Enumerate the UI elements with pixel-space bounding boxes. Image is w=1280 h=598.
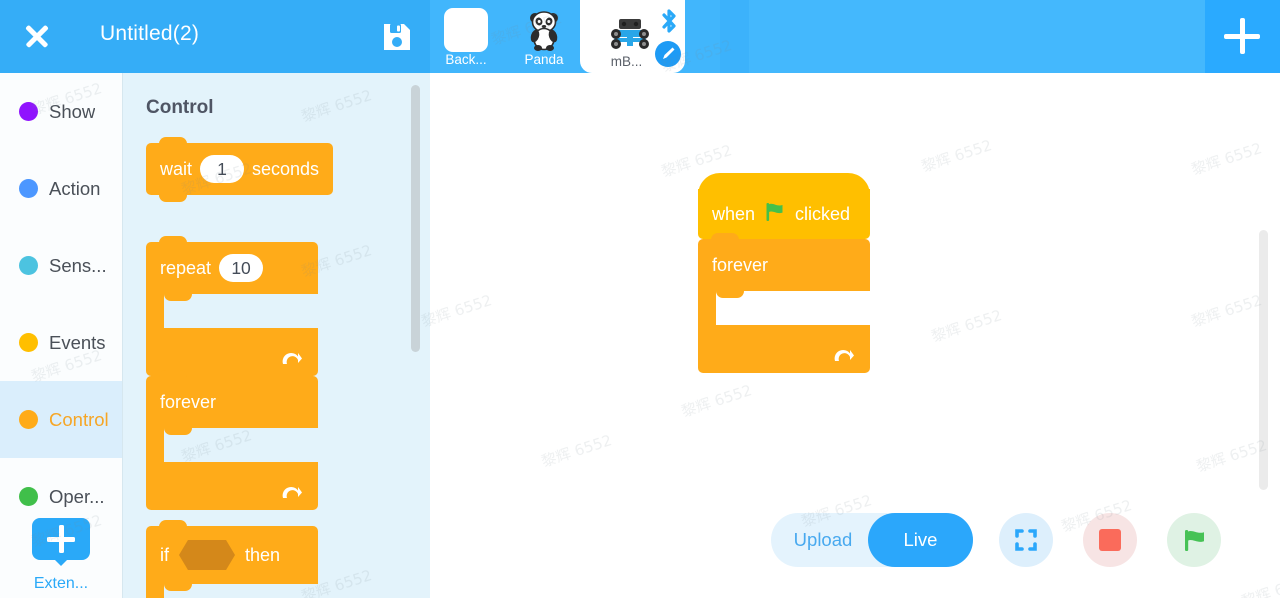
palette-divider (122, 73, 123, 598)
bluetooth-icon (659, 8, 679, 33)
wait-label: wait (160, 158, 193, 179)
category-dot-control (19, 410, 38, 429)
top-header-bar: Untitled(2) Back... Panda mB... (0, 0, 1280, 73)
stop-button[interactable] (1083, 513, 1137, 567)
wait-duration-input[interactable]: 1 (200, 155, 245, 183)
backdrop-thumbnail (444, 8, 488, 52)
then-label: then (245, 544, 281, 565)
category-dot-action (19, 179, 38, 198)
live-mode-button[interactable]: Live (868, 513, 973, 567)
forever-label: forever (712, 254, 769, 275)
category-sidebar: Show Action Sens... Events Control Oper.… (0, 73, 122, 598)
tab-mbot-device[interactable]: mB... (580, 0, 685, 73)
palette-category-title: Control (146, 97, 214, 118)
tab-panda-label: Panda (524, 52, 564, 67)
add-device-button[interactable] (1224, 18, 1260, 54)
tab-panda[interactable]: Panda (508, 0, 580, 73)
loop-arrow-icon (280, 482, 302, 502)
if-label: if (160, 544, 169, 565)
if-condition-slot[interactable] (179, 540, 235, 570)
stop-square-icon (1099, 529, 1121, 551)
sidebar-item-sensing[interactable]: Sens... (0, 227, 122, 304)
palette-block-wait[interactable]: wait 1 seconds (146, 137, 334, 202)
category-dot-sensing (19, 256, 38, 275)
palette-block-if-then[interactable]: if then (146, 520, 318, 598)
palette-block-repeat[interactable]: repeat 10 (146, 236, 318, 383)
sidebar-item-show[interactable]: Show (0, 73, 122, 150)
add-extension-button[interactable]: Exten... (0, 518, 122, 593)
green-flag-icon (1185, 530, 1204, 551)
tab-backdrop-label: Back... (445, 52, 487, 67)
mbot-robot-thumbnail (608, 10, 652, 54)
repeat-count-input[interactable]: 10 (219, 254, 264, 282)
fullscreen-expand-icon (1015, 529, 1037, 551)
category-dot-show (19, 102, 38, 121)
block-palette: Control wait 1 seconds repeat 10 forever… (122, 73, 430, 598)
floppy-save-icon[interactable] (381, 21, 413, 53)
loop-arrow-icon (832, 345, 854, 365)
header-band-b (720, 0, 749, 73)
category-dot-operators (19, 487, 38, 506)
header-band-c (749, 0, 1205, 73)
loop-arrow-icon (280, 348, 302, 368)
block-forever[interactable]: forever (698, 233, 870, 373)
sidebar-item-events[interactable]: Events (0, 304, 122, 381)
when-label: when (712, 203, 756, 224)
palette-block-forever[interactable]: forever (146, 370, 318, 510)
mode-toggle[interactable]: Upload Live (771, 513, 973, 567)
sidebar-item-action-label: Action (49, 177, 101, 199)
panda-sprite-thumbnail (522, 8, 566, 52)
category-dot-events (19, 333, 38, 352)
clicked-label: clicked (795, 203, 851, 224)
add-extension-label: Exten... (33, 575, 89, 592)
sidebar-item-show-label: Show (49, 100, 96, 122)
sidebar-item-operators-label: Oper... (49, 485, 105, 507)
header-left-panel: Untitled(2) (0, 0, 430, 73)
page-title: Untitled(2) (100, 22, 200, 45)
close-icon[interactable] (20, 19, 54, 53)
sidebar-item-control-label: Control (49, 408, 109, 430)
sidebar-item-events-label: Events (49, 331, 106, 353)
workspace-scrollbar[interactable] (1259, 230, 1268, 490)
forever-label: forever (160, 391, 217, 412)
add-extension-icon (32, 518, 90, 566)
wait-seconds-label: seconds (252, 158, 320, 179)
sidebar-item-control[interactable]: Control (0, 381, 122, 458)
palette-scrollbar[interactable] (411, 85, 420, 352)
sidebar-item-sensing-label: Sens... (49, 254, 107, 276)
start-button[interactable] (1167, 513, 1221, 567)
repeat-label: repeat (160, 257, 212, 278)
upload-mode-button[interactable]: Upload (771, 513, 875, 567)
tab-backdrop[interactable]: Back... (430, 0, 502, 73)
green-flag-icon (764, 201, 786, 228)
fullscreen-button[interactable] (999, 513, 1053, 567)
mblock-app-window: Untitled(2) Back... Panda mB... Show Act… (0, 0, 1280, 598)
tab-mbot-label: mB... (610, 54, 643, 69)
sidebar-item-action[interactable]: Action (0, 150, 122, 227)
